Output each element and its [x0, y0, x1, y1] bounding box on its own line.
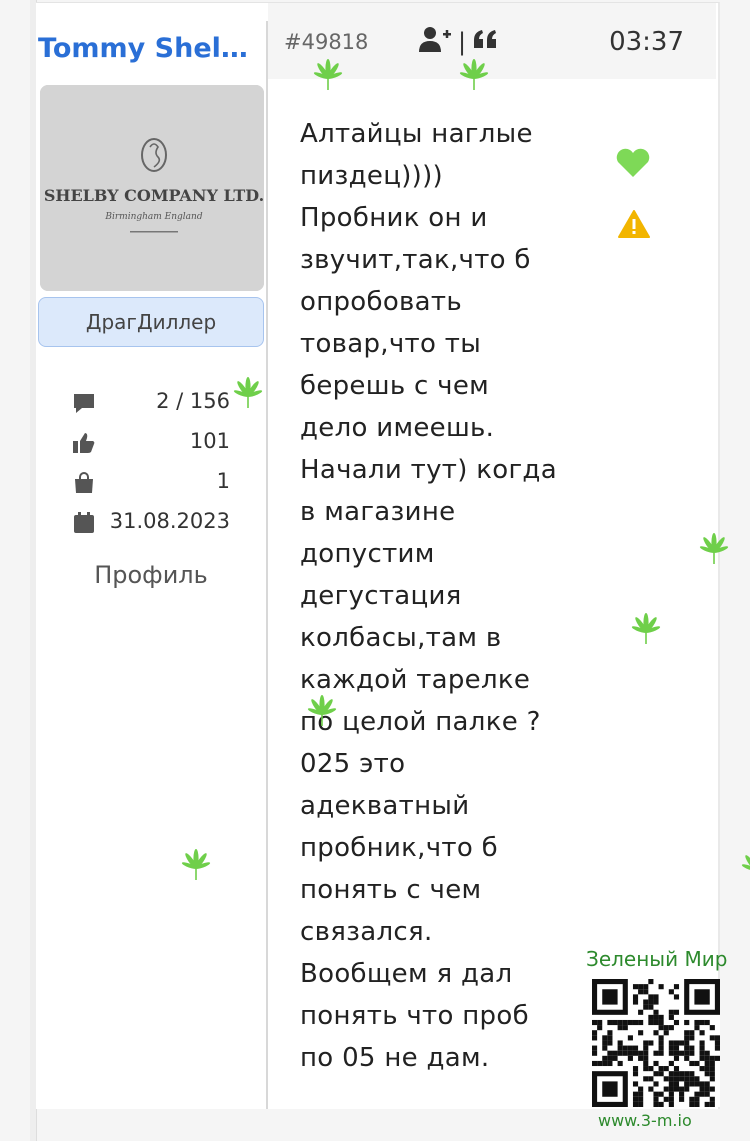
add-user-icon[interactable]: [418, 25, 452, 59]
calendar-icon: [72, 511, 96, 535]
stat-likes: 101: [72, 427, 230, 467]
stat-purchases-value: 1: [216, 469, 230, 493]
stat-joined: 31.08.2023: [72, 507, 230, 547]
action-separator: |: [458, 28, 467, 56]
post-time: 03:37: [609, 27, 684, 57]
post-card: Tommy Shelby SHELBY COMPANY LTD. Birming…: [36, 2, 727, 1130]
watermark: Зеленый Мир www.3-m.io: [584, 947, 734, 1137]
thumbs-up-icon: [72, 431, 96, 455]
role-badge: ДрагДиллер: [38, 297, 264, 347]
avatar-image: SHELBY COMPANY LTD. Birmingham England: [40, 85, 264, 291]
post-actions: |: [418, 25, 498, 59]
heart-icon[interactable]: [614, 147, 652, 179]
watermark-title: Зеленый Мир: [586, 947, 728, 971]
post-id-link[interactable]: #49818: [284, 30, 368, 54]
avatar-logo-subtext: Birmingham England: [104, 212, 202, 222]
user-stats: 2 / 156 101 1 31.08.2023: [72, 387, 230, 547]
stat-likes-value: 101: [189, 429, 230, 453]
watermark-url: www.3-m.io: [598, 1111, 692, 1130]
avatar-logo-text: SHELBY COMPANY LTD.: [44, 186, 264, 205]
username-link[interactable]: Tommy Shelby: [38, 33, 256, 64]
post-header: #49818 | 03:37: [268, 3, 716, 79]
cannabis-leaf-icon: [736, 850, 750, 884]
shopping-bag-icon: [72, 471, 96, 495]
avatar[interactable]: SHELBY COMPANY LTD. Birmingham England: [40, 85, 264, 291]
stat-joined-value: 31.08.2023: [109, 509, 230, 533]
qr-code-icon: [592, 979, 720, 1107]
stat-posts-value: 2 / 156: [156, 389, 230, 413]
sidebar-divider: [266, 21, 268, 1109]
profile-link[interactable]: Профиль: [36, 561, 266, 589]
stat-posts: 2 / 156: [72, 387, 230, 427]
page: Tommy Shelby SHELBY COMPANY LTD. Birming…: [0, 0, 750, 1141]
stat-purchases: 1: [72, 467, 230, 507]
warning-icon[interactable]: [618, 209, 650, 239]
user-sidebar: Tommy Shelby SHELBY COMPANY LTD. Birming…: [36, 3, 266, 1109]
comment-icon: [72, 391, 96, 415]
quote-icon[interactable]: [472, 28, 498, 56]
post-message: Алтайцы наглые пиздец)))) Пробник он и з…: [300, 119, 557, 1073]
